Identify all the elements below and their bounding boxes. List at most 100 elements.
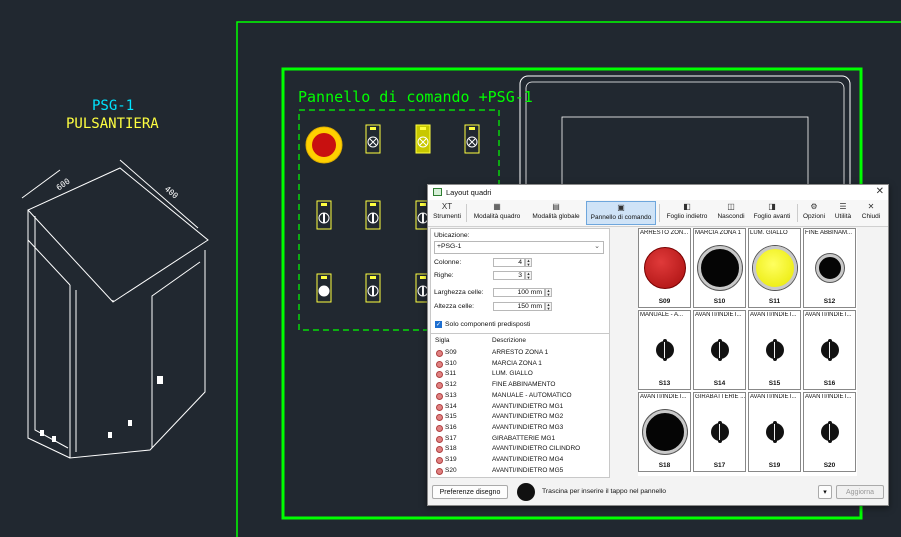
- component-list[interactable]: Sigla Descrizione S09 ARRESTO ZONA 1 S10 MA…: [431, 333, 609, 478]
- righe-label: Righe:: [434, 272, 454, 279]
- small-pushbutton-icon: [815, 254, 844, 282]
- list-item[interactable]: S14 AVANTI/INDIETRO MG1: [431, 402, 609, 413]
- tool-modalita-quadro-button[interactable]: ▦ Modalità quadro: [469, 201, 525, 225]
- drag-hint: Trascina per inserire il tappo nel panne…: [542, 488, 667, 495]
- aggiorna-button[interactable]: Aggiorna: [836, 485, 884, 499]
- panel-cell[interactable]: AVANTI/INDIET... S16: [803, 310, 856, 390]
- list-item[interactable]: S20 AVANTI/INDIETRO MG5: [431, 466, 609, 477]
- altezza-stepper[interactable]: ▲ ▼: [545, 302, 552, 311]
- list-item-descrizione: ARRESTO ZONA 1: [492, 349, 549, 356]
- selector-switch-icon: [820, 421, 839, 443]
- close-icon: ✕: [867, 202, 875, 211]
- cad-component-symbol[interactable]: [464, 124, 480, 154]
- list-item-descrizione: AVANTI/INDIETRO MG5: [492, 466, 564, 474]
- tool-foglio-indietro-button[interactable]: ◧ Foglio indietro: [662, 201, 712, 225]
- tool-label: Chiudi: [861, 213, 881, 220]
- app-icon: [433, 188, 442, 196]
- panel-cell[interactable]: AVANTI/INDIET... S20: [803, 392, 856, 472]
- list-item-descrizione: AVANTI/INDIETRO CILINDRO: [492, 445, 581, 453]
- component-status-icon: [436, 414, 443, 422]
- yellow-lamp-icon: [752, 246, 797, 290]
- ubicazione-select[interactable]: +PSG-1 ⌄: [434, 241, 604, 254]
- panel-cell[interactable]: AVANTI/INDIET... S14: [693, 310, 746, 390]
- list-item[interactable]: S16 AVANTI/INDIETRO MG3: [431, 423, 609, 434]
- solo-componenti-checkbox[interactable]: ✓: [435, 321, 442, 328]
- dialog-title: Layout quadri: [446, 188, 492, 197]
- cad-component-symbol[interactable]: [305, 126, 343, 164]
- panel-cell[interactable]: LUM. GIALLO S11: [748, 228, 801, 308]
- preferenze-disegno-button[interactable]: Preferenze disegno: [432, 485, 508, 499]
- panel-cell[interactable]: MANUALE - A... S13: [638, 310, 691, 390]
- list-item[interactable]: S10 MARCIA ZONA 1: [431, 359, 609, 370]
- cell-header: MARCIA ZONA 1: [695, 230, 742, 236]
- cell-header: MANUALE - A...: [640, 312, 684, 318]
- tool-modalita-globale-button[interactable]: ▤ Modalità globale: [527, 201, 585, 225]
- cell-header: AVANTI/INDIET...: [695, 312, 742, 318]
- component-status-icon: [436, 382, 443, 390]
- cell-footer: S18: [658, 462, 671, 469]
- cad-component-symbol[interactable]: [365, 273, 381, 303]
- cell-footer: S17: [713, 462, 726, 469]
- cell-footer: S10: [713, 298, 726, 305]
- layout-dialog: Layout quadri ✕ XT Strumenti ▦ Modalità qu…: [427, 184, 889, 506]
- panel-cell[interactable]: FINE ABBINAM... S12: [803, 228, 856, 308]
- tool-chiudi-button[interactable]: ✕ Chiudi: [858, 201, 884, 225]
- panel-grid[interactable]: ARRESTO ZON... S09 MARCIA ZONA 1 S10 LUM. GI…: [638, 228, 857, 476]
- cap-drag-handle[interactable]: [517, 483, 535, 501]
- list-item[interactable]: S12 FINE ABBINAMENTO: [431, 380, 609, 391]
- cad-component-symbol[interactable]: [415, 124, 431, 154]
- cad-component-symbol[interactable]: [316, 200, 332, 230]
- larghezza-stepper[interactable]: ▲ ▼: [545, 288, 552, 297]
- list-item[interactable]: S13 MANUALE - AUTOMATICO: [431, 391, 609, 402]
- altezza-input[interactable]: 150 mm: [493, 302, 545, 311]
- panel-cell[interactable]: MARCIA ZONA 1 S10: [693, 228, 746, 308]
- colonne-input[interactable]: 4: [493, 258, 525, 267]
- list-item-descrizione: FINE ABBINAMENTO: [492, 381, 556, 389]
- list-item[interactable]: S18 AVANTI/INDIETRO CILINDRO: [431, 444, 609, 455]
- cad-component-symbol[interactable]: [316, 273, 332, 303]
- righe-stepper[interactable]: ▲ ▼: [525, 271, 532, 280]
- larghezza-input[interactable]: 100 mm: [493, 288, 545, 297]
- cad-component-symbol[interactable]: [365, 124, 381, 154]
- tool-nascondi-button[interactable]: ◫ Nascondi: [714, 201, 748, 225]
- tool-utilita-button[interactable]: ☰ Utilità: [830, 201, 856, 225]
- window-close-icon[interactable]: ✕: [876, 186, 884, 197]
- list-item-sigla: S10: [445, 359, 457, 367]
- left-panel: Ubicazione: +PSG-1 ⌄ Colonne: 4 ▲ ▼ Righe…: [430, 228, 610, 478]
- list-item-sigla: S20: [445, 466, 457, 474]
- col-sigla-header[interactable]: Sigla: [435, 337, 449, 344]
- panel-cell[interactable]: AVANTI/INDIET... S15: [748, 310, 801, 390]
- list-item[interactable]: S11 LUM. GIALLO: [431, 369, 609, 380]
- panel-cell[interactable]: AVANTI/INDIET... S18: [638, 392, 691, 472]
- tool-opzioni-button[interactable]: ⚙ Opzioni: [800, 201, 828, 225]
- colonne-stepper[interactable]: ▲ ▼: [525, 258, 532, 267]
- col-descrizione-header[interactable]: Descrizione: [492, 337, 526, 344]
- solo-componenti-label: Solo componenti predisposti: [445, 321, 531, 328]
- toolbar-separator: [466, 204, 467, 222]
- tool-label: Nascondi: [717, 213, 745, 220]
- list-item-descrizione: AVANTI/INDIETRO MG2: [492, 413, 564, 421]
- righe-input[interactable]: 3: [493, 271, 525, 280]
- list-item-descrizione: LUM. GIALLO: [492, 370, 533, 378]
- list-item[interactable]: S19 AVANTI/INDIETRO MG4: [431, 455, 609, 466]
- panel-cell[interactable]: GIRABATTERIE ... S17: [693, 392, 746, 472]
- tool-strumenti-button[interactable]: XT Strumenti: [430, 201, 464, 225]
- cad-component-symbol[interactable]: [365, 200, 381, 230]
- list-item-sigla: S12: [445, 381, 457, 389]
- tool-foglio-avanti-button[interactable]: ◨ Foglio avanti: [750, 201, 794, 225]
- list-item[interactable]: S15 AVANTI/INDIETRO MG2: [431, 412, 609, 423]
- tool-label: Pannello di comando: [590, 214, 652, 221]
- list-item[interactable]: S17 GIRABATTERIE MG1: [431, 434, 609, 445]
- list-item[interactable]: S09 ARRESTO ZONA 1: [431, 348, 609, 359]
- cell-header: FINE ABBINAM...: [805, 230, 853, 236]
- panel-cell[interactable]: AVANTI/INDIET... S19: [748, 392, 801, 472]
- dropdown-button[interactable]: ▾: [818, 485, 832, 499]
- cell-footer: S13: [658, 380, 671, 387]
- cell-footer: S15: [768, 380, 781, 387]
- cell-footer: S09: [658, 298, 671, 305]
- dialog-titlebar[interactable]: Layout quadri ✕: [428, 185, 888, 200]
- list-item-sigla: S13: [445, 391, 457, 399]
- list-item-sigla: S19: [445, 456, 457, 463]
- panel-cell[interactable]: ARRESTO ZON... S09: [638, 228, 691, 308]
- tool-pannello-comando-button[interactable]: ▣ Pannello di comando: [586, 201, 656, 225]
